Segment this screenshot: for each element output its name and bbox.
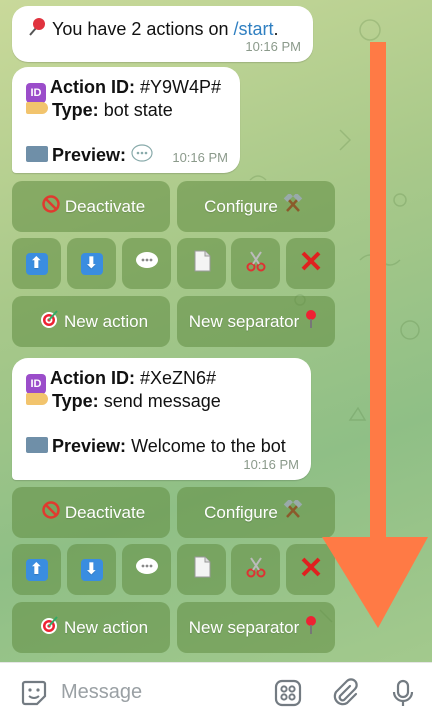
up-arrow-icon: ⬆ xyxy=(25,252,48,275)
up-arrow-icon: ⬆ xyxy=(25,558,48,581)
pin-icon xyxy=(304,309,318,334)
action-preview-row: Preview: xyxy=(26,144,157,167)
sticker-icon[interactable] xyxy=(19,678,49,708)
preview-button[interactable] xyxy=(122,544,171,595)
down-arrow-icon: ⬇ xyxy=(80,558,103,581)
message-bubble-actions-summary: You have 2 actions on /start. 10:16 PM xyxy=(12,6,313,62)
deactivate-button[interactable]: Deactivate xyxy=(12,181,170,232)
speech-bubble-icon xyxy=(135,557,159,582)
no-entry-icon xyxy=(42,501,60,524)
message-text: You have 2 actions on /start. xyxy=(26,16,279,41)
new-separator-button[interactable]: New separator xyxy=(177,602,335,653)
folder-icon xyxy=(26,146,48,162)
pin-icon xyxy=(304,615,318,640)
cut-button[interactable] xyxy=(231,238,280,289)
action-type-row: Type: send message xyxy=(26,390,221,413)
copy-button[interactable] xyxy=(177,238,226,289)
page-icon xyxy=(193,250,211,277)
folder-icon xyxy=(26,437,48,453)
copy-button[interactable] xyxy=(177,544,226,595)
message-time: 10:16 PM xyxy=(172,150,228,165)
page-icon xyxy=(193,556,211,583)
message-time: 10:16 PM xyxy=(243,457,299,472)
move-up-button[interactable]: ⬆ xyxy=(12,238,61,289)
pushpin-icon xyxy=(26,16,48,36)
cross-icon xyxy=(300,556,322,583)
speech-bubble-icon xyxy=(131,144,153,164)
configure-button[interactable]: Configure xyxy=(177,487,335,538)
target-icon xyxy=(39,615,59,640)
cross-icon xyxy=(300,250,322,277)
tag-icon xyxy=(26,393,48,405)
scissors-icon xyxy=(245,556,267,583)
apps-icon[interactable] xyxy=(273,678,303,708)
preview-button[interactable] xyxy=(122,238,171,289)
scissors-icon xyxy=(245,250,267,277)
new-action-button[interactable]: New action xyxy=(12,296,170,347)
target-icon xyxy=(39,309,59,334)
message-composer: Message xyxy=(0,662,432,723)
deactivate-button[interactable]: Deactivate xyxy=(12,487,170,538)
move-down-button[interactable]: ⬇ xyxy=(67,544,116,595)
move-up-button[interactable]: ⬆ xyxy=(12,544,61,595)
new-action-button[interactable]: New action xyxy=(12,602,170,653)
speech-bubble-icon xyxy=(135,251,159,276)
new-separator-button[interactable]: New separator xyxy=(177,296,335,347)
message-bubble-action-2: ID Action ID: #XeZN6# Type: send message … xyxy=(12,358,311,480)
tag-icon xyxy=(26,102,48,114)
down-arrow-icon: ⬇ xyxy=(80,252,103,275)
message-bubble-action-1: ID Action ID: #Y9W4P# Type: bot state Pre… xyxy=(12,67,240,173)
hammer-pick-icon xyxy=(283,192,303,219)
paperclip-icon[interactable] xyxy=(330,678,360,708)
message-time: 10:16 PM xyxy=(245,39,301,54)
move-down-button[interactable]: ⬇ xyxy=(67,238,116,289)
configure-button[interactable]: Configure xyxy=(177,181,335,232)
scroll-down-arrow xyxy=(322,42,428,628)
microphone-icon[interactable] xyxy=(388,678,418,708)
action-type-row: Type: bot state xyxy=(26,99,173,122)
cut-button[interactable] xyxy=(231,544,280,595)
hammer-pick-icon xyxy=(283,498,303,525)
no-entry-icon xyxy=(42,195,60,218)
message-input[interactable]: Message xyxy=(61,681,142,704)
